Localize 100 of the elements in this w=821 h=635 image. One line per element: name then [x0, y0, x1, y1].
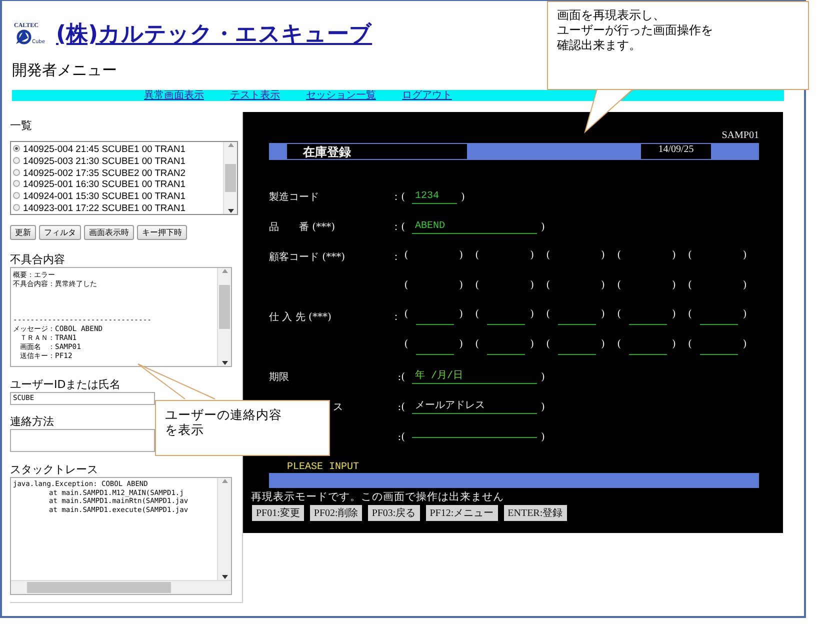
- radio-button[interactable]: [13, 157, 20, 164]
- scrollbar[interactable]: [217, 478, 231, 580]
- paren-text: (: [688, 280, 692, 292]
- field-label: 顧客コード (***): [269, 252, 345, 263]
- input-field[interactable]: 1234: [412, 190, 457, 204]
- paren-text: (: [546, 339, 550, 352]
- paren-text: :(: [396, 402, 406, 412]
- paren-text: ：(: [390, 221, 406, 234]
- input-field[interactable]: 年 /月/日: [412, 370, 537, 384]
- paren-text: ): [742, 309, 747, 322]
- paren-text: ): [459, 309, 464, 322]
- function-key-button[interactable]: PF02:削除: [310, 505, 362, 521]
- paren-text: (: [546, 250, 550, 262]
- list-title: 一覧: [10, 118, 32, 133]
- paren-text: (: [475, 339, 480, 352]
- toolbar-button[interactable]: フィルタ: [39, 225, 81, 240]
- screen-id: SAMP01: [722, 130, 759, 141]
- contact-field[interactable]: [10, 429, 155, 452]
- paren-text: (: [404, 309, 408, 322]
- input-field[interactable]: ABEND: [412, 220, 537, 234]
- radio-button[interactable]: [13, 145, 20, 152]
- notice-text: 再現表示モードです。この画面で操作は出来ません: [251, 490, 505, 504]
- paren-text: (: [475, 280, 480, 292]
- page-title: 開発者メニュー: [12, 61, 118, 80]
- paren-text: ): [601, 250, 605, 262]
- paren-text: ): [530, 280, 534, 292]
- field-label: 不具合内容: [10, 252, 65, 267]
- function-key-button[interactable]: PF01:変更: [252, 505, 304, 521]
- toolbar-button[interactable]: 更新: [10, 225, 36, 240]
- paren-text: ): [672, 309, 676, 322]
- paren-text: ): [461, 192, 465, 202]
- paren-text: (: [475, 309, 480, 322]
- paren-text: ：: [390, 311, 402, 324]
- paren-text: ：: [390, 251, 402, 264]
- paren-text: ): [672, 280, 676, 292]
- scroll-down-icon[interactable]: [226, 208, 234, 214]
- screen-date: 14/09/25: [641, 144, 711, 159]
- paren-text: (: [617, 280, 621, 292]
- paren-text: ): [742, 250, 747, 262]
- status-message: PLEASE INPUT: [287, 462, 360, 473]
- radio-button[interactable]: [13, 192, 20, 200]
- paren-text: ): [601, 309, 605, 322]
- paren-text: ): [742, 339, 747, 352]
- paren-text: (: [617, 309, 621, 322]
- list-item[interactable]: 140925-004 21:45 SCUBE1 00 TRAN1: [13, 143, 221, 155]
- paren-text: ): [459, 250, 464, 262]
- paren-text: ): [530, 309, 534, 322]
- field-label: 連絡方法: [10, 414, 54, 429]
- field-label: 仕 入 先 (***): [269, 312, 332, 323]
- paren-text: (: [546, 280, 550, 292]
- paren-text: ): [530, 250, 534, 262]
- paren-text: ): [530, 339, 534, 352]
- paren-text: ): [459, 280, 464, 292]
- function-key-button[interactable]: ENTER:登録: [504, 505, 567, 521]
- toolbar-button[interactable]: 画面表示時: [84, 225, 134, 240]
- paren-text: (: [617, 250, 621, 262]
- list-item[interactable]: 140923-001 17:22 SCUBE1 00 TRAN1: [13, 201, 221, 214]
- field-label: ユーザーIDまたは氏名: [10, 377, 121, 392]
- nav-link[interactable]: 異常画面表示: [144, 90, 204, 101]
- nav-link[interactable]: テスト表示: [230, 90, 280, 101]
- paren-text: ): [541, 372, 545, 382]
- paren-text: ): [601, 280, 605, 292]
- function-key-button[interactable]: PF12:メニュー: [426, 505, 498, 521]
- company-title-link[interactable]: (株)カルテック・エスキューブ: [56, 19, 372, 49]
- list-item[interactable]: 140925-001 16:30 SCUBE1 00 TRAN1: [13, 178, 221, 190]
- scrollbar[interactable]: [223, 142, 237, 214]
- scrollbar[interactable]: [217, 268, 231, 366]
- paren-text: (: [475, 250, 480, 262]
- paren-text: (: [688, 250, 692, 262]
- input-field[interactable]: メールアドレス: [412, 400, 537, 414]
- nav-link[interactable]: ログアウト: [402, 90, 452, 101]
- paren-text: ): [742, 280, 747, 292]
- nav-link[interactable]: セッション一覧: [306, 90, 376, 101]
- paren-text: ): [541, 222, 545, 232]
- list-item[interactable]: 140925-002 17:35 SCUBE2 00 TRAN2: [13, 166, 221, 178]
- paren-text: ): [672, 250, 676, 262]
- function-key-button[interactable]: PF03:戻る: [368, 505, 420, 521]
- field-label: スタックトレース: [10, 462, 98, 477]
- paren-text: (: [688, 309, 692, 322]
- field-label: 品 番 (***): [269, 222, 335, 233]
- paren-text: (: [688, 339, 692, 352]
- horizontal-scrollbar[interactable]: [11, 580, 231, 594]
- scroll-down-icon[interactable]: [220, 360, 228, 366]
- paren-text: :(: [396, 432, 406, 442]
- radio-button[interactable]: [13, 168, 20, 176]
- paren-text: (: [404, 280, 408, 292]
- field-label: 製造コード: [269, 192, 319, 203]
- field-label: ス: [332, 402, 343, 413]
- paren-text: ): [459, 339, 464, 352]
- paren-text: :(: [396, 372, 406, 382]
- paren-text: ): [601, 339, 605, 352]
- screen-title: 在庫登録: [287, 144, 467, 159]
- list-item[interactable]: 140925-003 21:30 SCUBE1 00 TRAN1: [13, 154, 221, 166]
- logo-icon: [14, 29, 34, 45]
- paren-text: ): [541, 432, 545, 442]
- radio-button[interactable]: [13, 180, 20, 188]
- toolbar-button[interactable]: キー押下時: [137, 225, 187, 240]
- list-item[interactable]: 140924-001 15:30 SCUBE1 00 TRAN1: [13, 190, 221, 202]
- radio-button[interactable]: [13, 204, 20, 211]
- paren-text: (: [546, 309, 550, 322]
